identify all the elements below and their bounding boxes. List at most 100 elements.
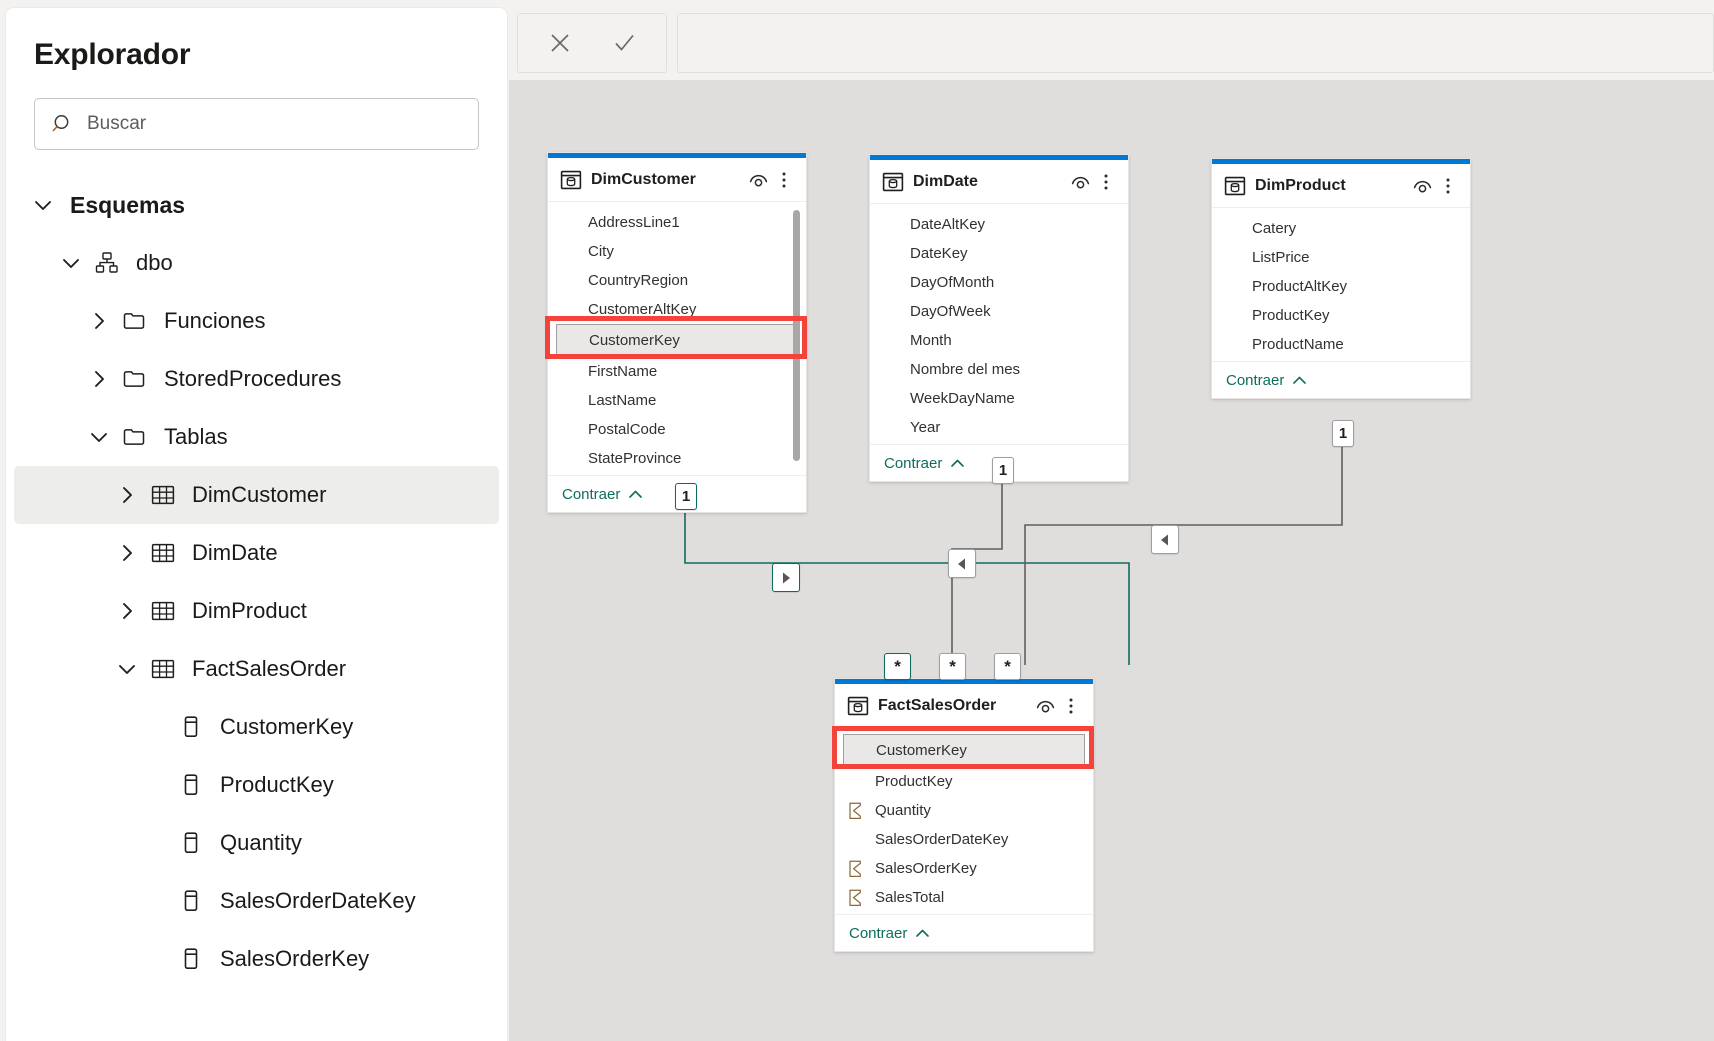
tree-item-dimcustomer[interactable]: DimCustomer xyxy=(14,466,499,524)
chevron-right-icon[interactable] xyxy=(110,483,144,507)
table-card[interactable]: FactSalesOrder CustomerKeyProductKeyQuant… xyxy=(834,678,1094,952)
tree-item-storedprocedures[interactable]: StoredProcedures xyxy=(14,350,499,408)
chevron-down-icon[interactable] xyxy=(110,657,144,681)
table-card[interactable]: DimProductCateryListPriceProductAltKeyPr… xyxy=(1211,158,1471,399)
preview-data-icon[interactable] xyxy=(746,168,770,192)
more-vertical-icon[interactable] xyxy=(1059,694,1083,718)
search-box[interactable] xyxy=(34,98,479,150)
arrow-right-icon xyxy=(780,571,792,585)
relationship-cardinality-badge[interactable]: * xyxy=(884,653,911,680)
field-row[interactable]: ProductKey xyxy=(1212,301,1470,330)
chevron-right-icon[interactable] xyxy=(110,599,144,623)
tree-item-tablas[interactable]: Tablas xyxy=(14,408,499,466)
table-grid-icon xyxy=(144,598,182,624)
field-row[interactable]: Quantity xyxy=(835,796,1093,825)
more-vertical-icon[interactable] xyxy=(772,168,796,192)
chevron-up-icon xyxy=(627,487,644,501)
cancel-button[interactable] xyxy=(532,19,588,67)
more-vertical-icon[interactable] xyxy=(1094,170,1118,194)
field-row[interactable]: SalesOrderDateKey xyxy=(835,825,1093,854)
schema-tree: EsquemasdboFuncionesStoredProceduresTabl… xyxy=(6,176,507,988)
field-row[interactable]: DateKey xyxy=(870,239,1128,268)
tree-item-esquemas[interactable]: Esquemas xyxy=(14,176,499,234)
tree-item-dbo[interactable]: dbo xyxy=(14,234,499,292)
relationship-cardinality-badge[interactable]: 1 xyxy=(675,483,697,510)
field-row[interactable]: ProductName xyxy=(1212,330,1470,359)
chevron-right-icon[interactable] xyxy=(82,309,116,333)
field-row[interactable]: City xyxy=(548,237,806,266)
search-input[interactable] xyxy=(87,113,478,135)
tree-item-salesorderkey[interactable]: SalesOrderKey xyxy=(14,930,499,988)
preview-data-icon[interactable] xyxy=(1410,174,1434,198)
tree-item-funciones[interactable]: Funciones xyxy=(14,292,499,350)
field-row[interactable]: LastName xyxy=(548,386,806,415)
table-card-header[interactable]: FactSalesOrder xyxy=(835,684,1093,728)
field-row[interactable]: SalesTotal xyxy=(835,883,1093,912)
tree-item-dimproduct[interactable]: DimProduct xyxy=(14,582,499,640)
confirm-button[interactable] xyxy=(596,19,652,67)
field-row[interactable]: Nombre del mes xyxy=(870,355,1128,384)
chevron-down-icon[interactable] xyxy=(54,251,88,275)
tree-item-label: SalesOrderDateKey xyxy=(210,888,416,914)
table-card[interactable]: DimCustomerAddressLine1CityCountryRegion… xyxy=(547,152,807,513)
table-card-fields: CateryListPriceProductAltKeyProductKey Pr… xyxy=(1212,208,1470,361)
preview-data-icon xyxy=(748,169,769,190)
table-card-header[interactable]: DimDate xyxy=(870,160,1128,204)
tree-item-customerkey[interactable]: CustomerKey xyxy=(14,698,499,756)
field-row[interactable]: Year xyxy=(870,413,1128,442)
field-row-selected[interactable]: CustomerKey xyxy=(843,734,1085,767)
field-row-selected[interactable]: CustomerKey xyxy=(556,324,798,357)
chevron-right-icon xyxy=(115,541,139,565)
chevron-down-icon[interactable] xyxy=(82,425,116,449)
chevron-right-icon[interactable] xyxy=(82,367,116,391)
field-row[interactable]: FirstName xyxy=(548,357,806,386)
field-row[interactable]: DateAltKey xyxy=(870,210,1128,239)
field-row[interactable]: AddressLine1 xyxy=(548,208,806,237)
field-row[interactable]: Catery xyxy=(1212,214,1470,243)
collapse-table-button[interactable]: Contraer xyxy=(835,914,1093,951)
badge-label: * xyxy=(1004,657,1011,677)
field-row[interactable]: CustomerAltKey xyxy=(548,295,806,324)
preview-data-icon[interactable] xyxy=(1033,694,1057,718)
field-row[interactable]: CountryRegion xyxy=(548,266,806,295)
table-card[interactable]: DimDate DateAltKeyDateKeyDayOfMonthDayOfW… xyxy=(869,154,1129,482)
field-row[interactable]: ListPrice xyxy=(1212,243,1470,272)
chevron-down-icon[interactable] xyxy=(26,193,60,217)
tree-item-productkey[interactable]: ProductKey xyxy=(14,756,499,814)
field-row[interactable]: StateProvince xyxy=(548,444,806,473)
relationship-cardinality-badge[interactable]: * xyxy=(994,653,1021,680)
table-card-header[interactable]: DimCustomer xyxy=(548,158,806,202)
table-card-header[interactable]: DimProduct xyxy=(1212,164,1470,208)
relationship-cardinality-badge[interactable]: 1 xyxy=(992,457,1014,484)
field-name: StateProvince xyxy=(586,450,681,467)
relationship-direction-badge[interactable] xyxy=(1151,525,1179,554)
relationship-cardinality-badge[interactable]: 1 xyxy=(1332,420,1354,447)
toolbar-secondary-group[interactable] xyxy=(677,13,1714,73)
tree-item-factsalesorder[interactable]: FactSalesOrder xyxy=(14,640,499,698)
more-vertical-icon[interactable] xyxy=(1436,174,1460,198)
field-row[interactable]: DayOfWeek xyxy=(870,297,1128,326)
table-card-actions xyxy=(746,168,796,192)
preview-data-icon xyxy=(1035,695,1056,716)
relationship-direction-badge[interactable] xyxy=(772,563,800,592)
tree-item-salesorderdatekey[interactable]: SalesOrderDateKey xyxy=(14,872,499,930)
chevron-right-icon[interactable] xyxy=(110,541,144,565)
collapse-table-button[interactable]: Contraer xyxy=(1212,361,1470,398)
model-diagram-canvas[interactable]: DimCustomerAddressLine1CityCountryRegion… xyxy=(509,80,1714,1041)
card-scrollbar[interactable] xyxy=(793,210,800,461)
relationship-direction-badge[interactable] xyxy=(948,549,976,578)
field-row[interactable]: ProductKey xyxy=(835,767,1093,796)
table-card-fields: AddressLine1CityCountryRegionCustomerAlt… xyxy=(548,202,806,475)
collapse-label: Contraer xyxy=(884,455,942,472)
tree-item-quantity[interactable]: Quantity xyxy=(14,814,499,872)
field-row[interactable]: DayOfMonth xyxy=(870,268,1128,297)
field-row[interactable]: ProductAltKey xyxy=(1212,272,1470,301)
relationship-cardinality-badge[interactable]: * xyxy=(939,653,966,680)
field-name: ProductName xyxy=(1250,336,1344,353)
field-row[interactable]: PostalCode xyxy=(548,415,806,444)
tree-item-dimdate[interactable]: DimDate xyxy=(14,524,499,582)
field-row[interactable]: WeekDayName xyxy=(870,384,1128,413)
field-row[interactable]: SalesOrderKey xyxy=(835,854,1093,883)
field-row[interactable]: Month xyxy=(870,326,1128,355)
preview-data-icon[interactable] xyxy=(1068,170,1092,194)
